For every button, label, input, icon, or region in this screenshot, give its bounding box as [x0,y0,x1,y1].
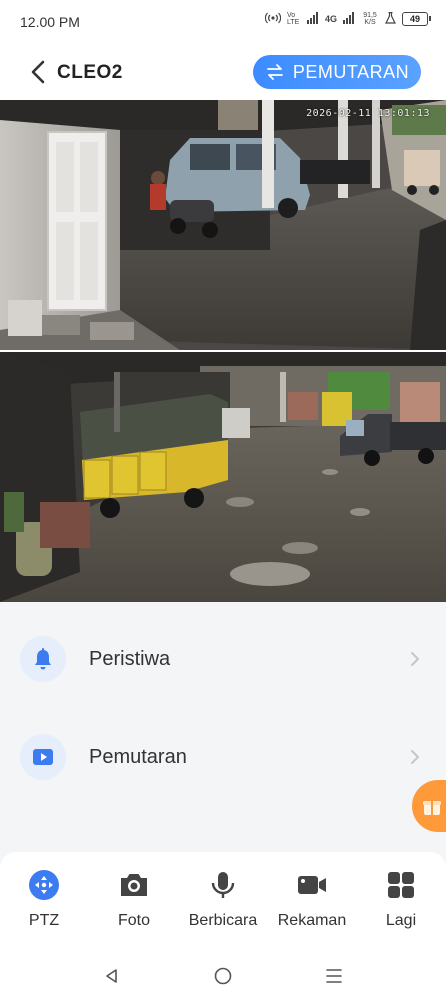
back-button[interactable] [26,58,52,86]
camera-feed-1[interactable]: 2026-02-11 13:01:13 [0,100,446,350]
status-icons: Vo LTE 4G 91,5 K/S 49 [264,11,431,26]
photo-label: Foto [117,912,150,929]
photo-button[interactable]: Foto [89,868,179,930]
camera-1-image [0,100,446,350]
top-bar: CLEO2 PEMUTARAN [0,44,446,100]
menu-item-peristiwa[interactable]: Peristiwa [0,624,446,694]
playback-button-label: PEMUTARAN [292,61,410,82]
switch-arrows-icon [267,64,283,80]
ptz-button[interactable]: PTZ [0,868,89,930]
triangle-back-icon [106,969,117,983]
system-nav-bar [0,952,446,1000]
hotspot-icon [264,12,282,26]
status-time: 12.00 PM [20,14,80,30]
network-label: 4G [324,14,337,24]
more-label: Lagi [385,912,417,929]
battery-icon: 49 [402,12,431,26]
status-bar: 12.00 PM Vo LTE 4G 91,5 K/S 49 [0,0,446,44]
camera-2-image [0,352,446,602]
menu-item-pemutaran[interactable]: Pemutaran [0,722,446,792]
back-arrow-icon [31,60,45,84]
gift-icon [423,801,441,815]
volte-label: Vo LTE [286,12,300,26]
bottom-toolbar: PTZ Foto Berbicara Rekaman Lagi [0,852,446,952]
nav-back-button[interactable] [100,964,124,988]
bell-icon [20,636,66,682]
ptz-icon [27,868,61,902]
chevron-right-icon [411,652,419,666]
grid-icon [384,868,418,902]
record-label: Rekaman [277,912,347,929]
page-title: CLEO2 [57,62,123,83]
battery-level: 49 [409,14,420,24]
play-icon [20,734,66,780]
camera-icon [117,868,151,902]
ptz-label: PTZ [28,912,60,929]
talk-label: Berbicara [188,912,258,929]
menu-item-label: Peristiwa [89,647,171,670]
microphone-icon [206,868,240,902]
menu-item-label: Pemutaran [89,745,187,768]
options-panel: Peristiwa Pemutaran [0,602,446,852]
nav-menu-button[interactable] [322,964,346,988]
signal-icon [306,12,319,26]
menu-lines-icon [326,969,342,983]
camera-timestamp: 2026-02-11 13:01:13 [306,108,430,119]
circle-home-icon [214,967,232,985]
playback-button[interactable]: PEMUTARAN [253,55,421,89]
signal-2-icon [343,12,355,26]
camera-feed-2[interactable] [0,352,446,602]
speed-label: 91,5 K/S [363,12,377,26]
more-button[interactable]: Lagi [356,868,446,930]
chevron-right-icon [411,750,419,764]
video-record-icon [295,868,329,902]
nav-home-button[interactable] [211,964,235,988]
talk-button[interactable]: Berbicara [178,868,268,930]
flask-icon [385,11,396,26]
record-button[interactable]: Rekaman [267,868,357,930]
